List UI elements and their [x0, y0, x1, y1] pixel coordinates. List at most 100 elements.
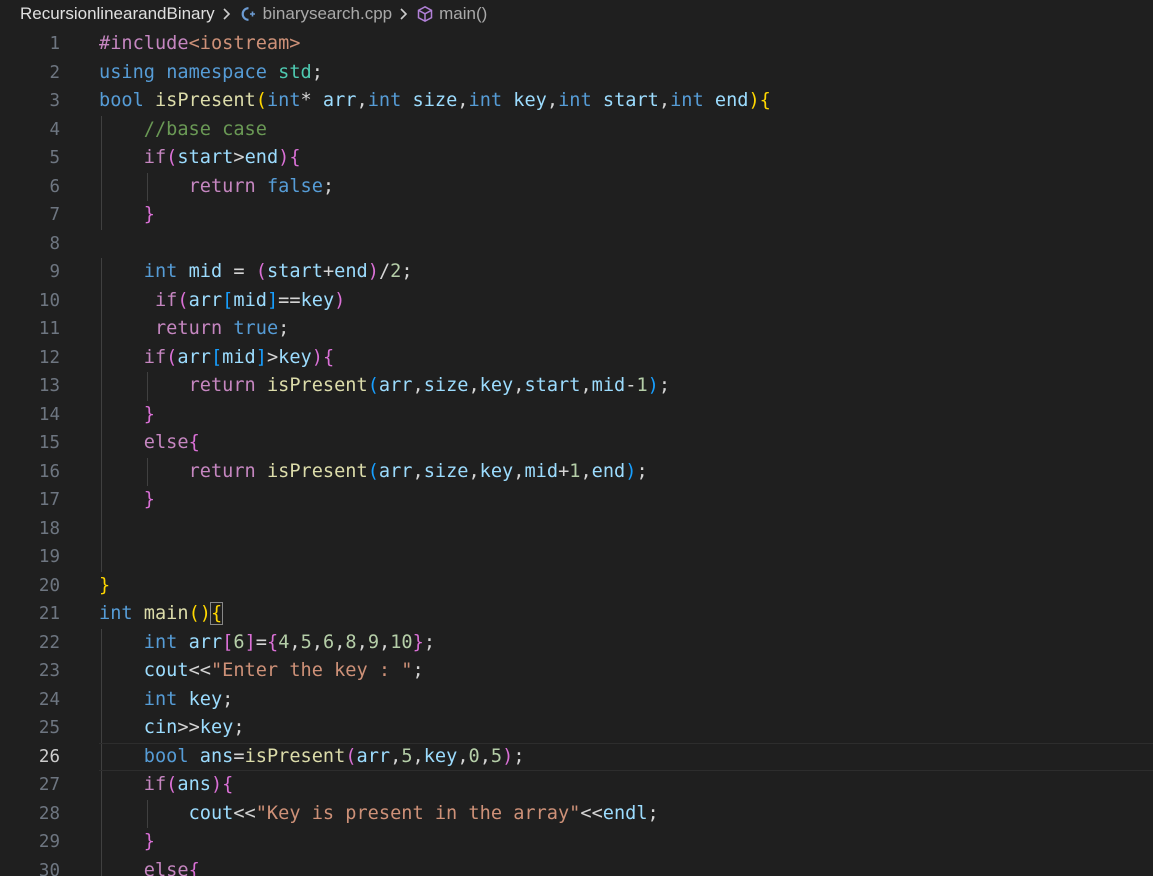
line-number: 26: [38, 746, 60, 767]
code-line[interactable]: 14 }: [0, 400, 1153, 430]
line-number: 3: [49, 91, 60, 111]
code-line[interactable]: 12 if(arr[mid]>key){: [0, 343, 1153, 373]
code-line[interactable]: 23 cout<<"Enter the key : ";: [0, 657, 1153, 686]
line-number: 8: [49, 233, 60, 254]
code-text[interactable]: }: [99, 401, 155, 430]
code-text[interactable]: int key;: [99, 686, 234, 715]
code-text[interactable]: return isPresent(arr,size,key,mid+1,end)…: [99, 458, 648, 487]
code-text[interactable]: return true;: [99, 315, 289, 344]
code-line[interactable]: 15 else{: [0, 429, 1153, 458]
line-number: 18: [38, 518, 60, 539]
line-number: 22: [38, 632, 60, 653]
code-text[interactable]: bool isPresent(int* arr,int size,int key…: [99, 87, 771, 116]
line-number: 24: [38, 689, 60, 710]
code-line[interactable]: 18: [0, 514, 1153, 543]
breadcrumb-symbol[interactable]: main(): [416, 4, 487, 24]
code-text[interactable]: bool ans=isPresent(arr,5,key,0,5);: [99, 743, 525, 772]
line-number: 29: [38, 832, 60, 852]
breadcrumb-file-label: binarysearch.cpp: [262, 4, 393, 23]
code-text[interactable]: if(arr[mid]>key){: [99, 344, 334, 373]
code-line[interactable]: 17 }: [0, 486, 1153, 515]
line-number: 30: [38, 860, 60, 876]
breadcrumb-file[interactable]: binarysearch.cpp: [239, 4, 392, 24]
code-text[interactable]: cout<<"Key is present in the array"<<end…: [99, 800, 659, 829]
breadcrumb-symbol-label: main(): [439, 4, 488, 23]
code-line[interactable]: 1 #include<iostream>: [0, 30, 1153, 59]
code-text[interactable]: }: [99, 486, 155, 515]
code-line[interactable]: 7 }: [0, 201, 1153, 230]
code-line[interactable]: 6 return false;: [0, 172, 1153, 202]
code-text[interactable]: cout<<"Enter the key : ";: [99, 657, 424, 686]
code-line[interactable]: 20}: [0, 572, 1153, 601]
chevron-right-icon: [399, 7, 409, 21]
line-number: 27: [38, 775, 60, 795]
code-editor[interactable]: 1 #include<iostream> 2 using namespace std;…: [0, 30, 1153, 876]
code-line[interactable]: 29 }: [0, 828, 1153, 857]
indent-guide: [101, 543, 102, 572]
line-number: 28: [38, 803, 60, 824]
line-number: 12: [38, 347, 60, 368]
line-number: 7: [49, 205, 60, 225]
code-text[interactable]: //base case: [99, 116, 267, 145]
line-number: 20: [38, 575, 60, 596]
code-line[interactable]: 4 //base case: [0, 115, 1153, 145]
code-text[interactable]: int arr[6]={4,5,6,8,9,10};: [99, 629, 435, 658]
line-number: 4: [49, 119, 60, 140]
code-text[interactable]: int mid = (start+end)/2;: [99, 258, 413, 287]
code-line[interactable]: 10 if(arr[mid]==key): [0, 286, 1153, 316]
code-text[interactable]: }: [99, 828, 155, 857]
line-number: 19: [38, 547, 60, 567]
code-line[interactable]: 26 bool ans=isPresent(arr,5,key,0,5);: [0, 742, 1153, 772]
method-cube-icon: [416, 5, 434, 23]
breadcrumb-folder[interactable]: RecursionlinearandBinary: [20, 4, 215, 24]
code-line[interactable]: 13 return isPresent(arr,size,key,start,m…: [0, 372, 1153, 401]
code-text[interactable]: using namespace std;: [99, 59, 323, 88]
code-text[interactable]: if(arr[mid]==key): [99, 287, 345, 316]
line-number: 15: [38, 433, 60, 453]
indent-guide: [101, 514, 102, 543]
line-number: 11: [38, 319, 60, 339]
chevron-right-icon: [222, 7, 232, 21]
code-text[interactable]: if(start>end){: [99, 144, 301, 173]
line-number: 9: [49, 262, 60, 282]
code-line[interactable]: 30 else{: [0, 856, 1153, 876]
line-number: 6: [49, 176, 60, 197]
code-line[interactable]: 16 return isPresent(arr,size,key,mid+1,e…: [0, 457, 1153, 487]
code-text[interactable]: }: [99, 572, 110, 601]
code-line[interactable]: 27 if(ans){: [0, 771, 1153, 800]
code-text[interactable]: int main(){: [99, 600, 224, 629]
code-line[interactable]: 8: [0, 230, 1153, 259]
code-line[interactable]: 21 int main(){: [0, 600, 1153, 629]
code-line[interactable]: 24 int key;: [0, 685, 1153, 715]
code-line[interactable]: 5 if(start>end){: [0, 144, 1153, 173]
line-number: 5: [49, 148, 60, 168]
cpp-file-icon: [239, 5, 257, 23]
code-line[interactable]: 25 cin>>key;: [0, 714, 1153, 743]
line-number: 16: [38, 461, 60, 482]
code-line[interactable]: 19: [0, 543, 1153, 572]
line-number: 2: [49, 62, 60, 83]
line-number: 13: [38, 376, 60, 396]
code-text[interactable]: else{: [99, 857, 200, 876]
code-text[interactable]: cin>>key;: [99, 714, 245, 743]
code-text[interactable]: if(ans){: [99, 771, 234, 800]
code-text[interactable]: else{: [99, 429, 200, 458]
code-line[interactable]: 2 using namespace std;: [0, 59, 1153, 88]
code-text[interactable]: #include<iostream>: [99, 30, 301, 59]
line-number: 23: [38, 661, 60, 681]
code-line[interactable]: 11 return true;: [0, 315, 1153, 344]
code-line[interactable]: 3 bool isPresent(int* arr,int size,int ke…: [0, 87, 1153, 116]
line-number: 25: [38, 718, 60, 738]
line-number: 17: [38, 490, 60, 510]
code-line[interactable]: 28 cout<<"Key is present in the array"<<…: [0, 799, 1153, 829]
line-number: 14: [38, 404, 60, 425]
line-number: 10: [38, 290, 60, 311]
line-number: 21: [38, 604, 60, 624]
code-line[interactable]: 22 int arr[6]={4,5,6,8,9,10};: [0, 628, 1153, 658]
code-text[interactable]: return false;: [99, 173, 335, 202]
breadcrumb: RecursionlinearandBinary binarysearch.cp…: [0, 0, 1153, 28]
line-number: 1: [49, 34, 60, 54]
code-text[interactable]: return isPresent(arr,size,key,start,mid-…: [99, 372, 671, 401]
code-line[interactable]: 9 int mid = (start+end)/2;: [0, 258, 1153, 287]
code-text[interactable]: }: [99, 201, 155, 230]
